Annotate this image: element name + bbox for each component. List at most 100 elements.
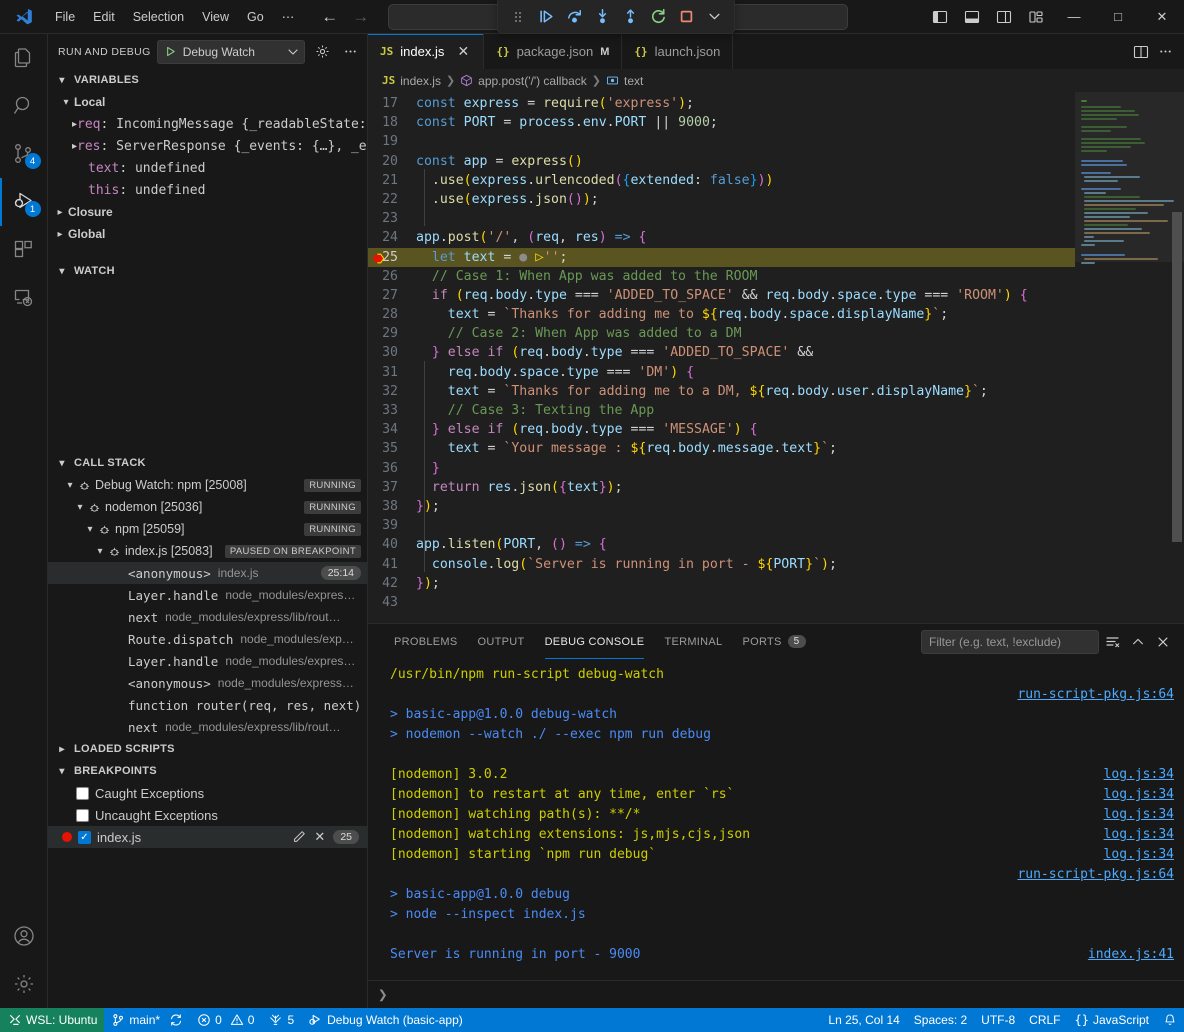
section-call-stack[interactable]: ▾ CALL STACK [48,452,367,474]
debug-console-output[interactable]: /usr/bin/npm run-script debug-watch run-… [368,659,1184,980]
sidebar-more-icon[interactable] [339,41,361,63]
status-language-mode[interactable]: {} JavaScript [1068,1008,1156,1032]
call-stack-frame-row[interactable]: <anonymous> node_modules/express… [48,672,367,694]
stop-button[interactable] [673,5,699,29]
status-problems-indicator[interactable]: 0 0 [190,1008,261,1032]
section-watch[interactable]: ▾ WATCH [48,260,367,282]
panel-tab-output[interactable]: OUTPUT [468,624,535,659]
chevron-up-icon[interactable] [1127,631,1149,653]
status-ports-indicator[interactable]: 5 [261,1008,301,1032]
panel-tab-problems[interactable]: PROBLEMS [384,624,468,659]
chevron-down-icon[interactable]: ▾ [92,546,108,557]
step-out-button[interactable] [617,5,643,29]
call-stack-frame-row[interactable]: Route.dispatch node_modules/exp… [48,628,367,650]
checkbox[interactable]: ✓ [78,831,91,844]
status-encoding[interactable]: UTF-8 [974,1008,1022,1032]
customize-layout-icon[interactable] [1020,1,1052,33]
panel-tab-debug-console[interactable]: DEBUG CONSOLE [535,624,655,659]
debug-toolbar[interactable] [497,0,735,34]
toggle-secondary-sidebar-icon[interactable] [988,1,1020,33]
close-icon[interactable]: ✕ [314,829,325,845]
window-close-button[interactable]: ✕ [1140,0,1184,34]
restart-button[interactable] [645,5,671,29]
status-indentation[interactable]: Spaces: 2 [907,1008,974,1032]
call-stack-session-row[interactable]: ▾ nodemon [25036] RUNNING [48,496,367,518]
menu-go[interactable]: Go [239,6,272,28]
menu-more[interactable]: ⋯ [274,5,303,28]
call-stack-session-row[interactable]: ▾ index.js [25083] PAUSED ON BREAKPOINT [48,540,367,562]
activity-settings[interactable] [0,960,48,1008]
close-icon[interactable]: ✕ [455,43,471,60]
breakpoint-source-row[interactable]: ✓ index.js ✕ 25 [48,826,367,848]
activity-accounts[interactable] [0,912,48,960]
console-source-link[interactable]: run-script-pkg.js:64 [1017,685,1174,705]
activity-explorer[interactable] [0,34,48,82]
chevron-down-icon[interactable]: ▾ [72,502,88,513]
console-filter-input[interactable]: Filter (e.g. text, !exclude) [921,630,1099,654]
code-lines[interactable]: 17const express = require('express'); 18… [368,92,1075,623]
section-loaded-scripts[interactable]: ▸ LOADED SCRIPTS [48,738,367,760]
activity-source-control[interactable]: 4 [0,130,48,178]
toggle-panel-icon[interactable] [956,1,988,33]
console-source-link[interactable]: log.js:34 [1104,785,1174,805]
status-notifications[interactable] [1156,1008,1184,1032]
console-source-link[interactable]: log.js:34 [1104,845,1174,865]
call-stack-frame-row[interactable]: next node_modules/express/lib/rout… [48,716,367,738]
call-stack-session-row[interactable]: ▾ npm [25059] RUNNING [48,518,367,540]
variable-row-req[interactable]: ▸ req: IncomingMessage {_readableState: … [48,113,367,135]
status-cursor-position[interactable]: Ln 25, Col 14 [821,1008,906,1032]
variable-row-res[interactable]: ▸ res: ServerResponse {_events: {…}, _ev… [48,135,367,157]
status-branch-indicator[interactable]: main* [104,1008,190,1032]
debug-toolbar-more-button[interactable] [701,5,727,29]
close-panel-icon[interactable] [1152,631,1174,653]
section-variables[interactable]: ▾ VARIABLES [48,69,367,91]
debug-configuration-select[interactable]: Debug Watch [157,40,305,64]
activity-run-and-debug[interactable]: 1 [0,178,48,226]
variables-scope-local[interactable]: ▾ Local [48,91,367,113]
editor-scrollbar[interactable] [1170,92,1184,623]
forward-arrow-icon[interactable]: → [352,8,369,25]
call-stack-session-row[interactable]: ▾ Debug Watch: npm [25008] RUNNING [48,474,367,496]
debug-console-input[interactable]: ❯ [368,980,1184,1008]
variable-row-text[interactable]: text: undefined [48,157,367,179]
editor-scrollbar-thumb[interactable] [1172,212,1182,542]
code-line-current[interactable]: 25 let text = ● ▷''; [368,248,1075,267]
panel-tab-terminal[interactable]: TERMINAL [654,624,732,659]
breakpoint-uncaught-exceptions[interactable]: Uncaught Exceptions [48,804,367,826]
code-editor[interactable]: 17const express = require('express'); 18… [368,92,1184,623]
breadcrumb-symbol[interactable]: text [624,74,643,88]
gear-icon[interactable] [311,41,333,63]
continue-button[interactable] [533,5,559,29]
call-stack-frame-row[interactable]: function router(req, res, next) {.pr [48,694,367,716]
editor-more-icon[interactable] [1154,41,1176,63]
editor-tab-index-js[interactable]: JS index.js ✕ [368,34,484,69]
breadcrumb-file[interactable]: index.js [400,74,441,88]
call-stack-frame-row[interactable]: Layer.handle node_modules/expres… [48,650,367,672]
activity-remote-explorer[interactable] [0,274,48,322]
section-breakpoints[interactable]: ▾ BREAKPOINTS [48,760,367,782]
status-debug-session-indicator[interactable]: Debug Watch (basic-app) [301,1008,470,1032]
menu-file[interactable]: File [47,6,83,28]
console-source-link[interactable]: log.js:34 [1104,825,1174,845]
status-remote-indicator[interactable]: WSL: Ubuntu [0,1008,104,1032]
call-stack-frame-row[interactable]: <anonymous> index.js 25:14 [48,562,367,584]
menu-selection[interactable]: Selection [125,6,192,28]
checkbox[interactable] [76,787,89,800]
activity-search[interactable] [0,82,48,130]
breadcrumb-symbol[interactable]: app.post('/') callback [478,74,587,88]
checkbox[interactable] [76,809,89,822]
menu-view[interactable]: View [194,6,237,28]
chevron-down-icon[interactable]: ▾ [82,524,98,535]
status-eol[interactable]: CRLF [1022,1008,1067,1032]
console-source-link[interactable]: log.js:34 [1104,765,1174,785]
panel-tab-ports[interactable]: PORTS 5 [732,624,815,659]
chevron-down-icon[interactable]: ▾ [62,480,78,491]
back-arrow-icon[interactable]: ← [321,8,338,25]
editor-tab-launch-json[interactable]: {} launch.json [622,34,733,69]
debug-toolbar-drag-handle[interactable] [505,5,531,29]
call-stack-frame-row[interactable]: Layer.handle node_modules/expres… [48,584,367,606]
window-minimize-button[interactable]: — [1052,0,1096,34]
call-stack-frame-row[interactable]: next node_modules/express/lib/rout… [48,606,367,628]
toggle-primary-sidebar-icon[interactable] [924,1,956,33]
console-source-link[interactable]: index.js:41 [1088,945,1174,965]
